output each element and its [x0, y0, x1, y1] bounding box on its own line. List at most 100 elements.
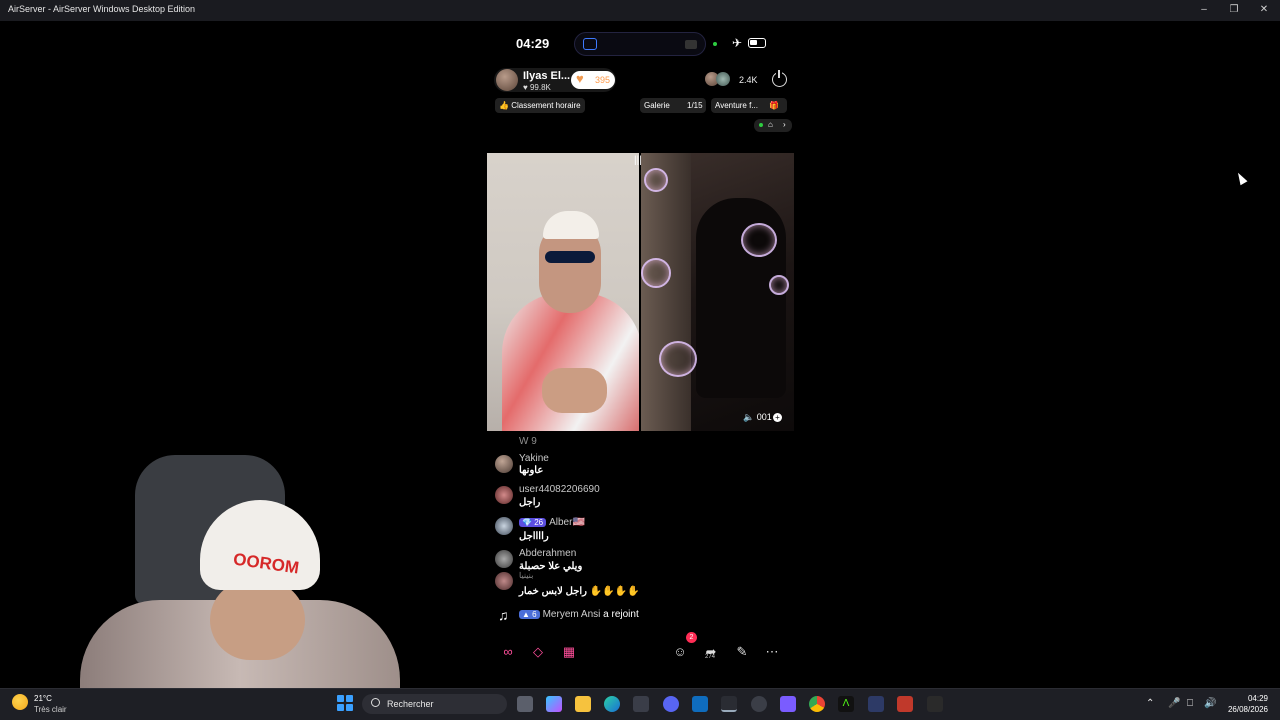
chat-username: Alber🇺🇸 [549, 517, 585, 528]
power-icon[interactable] [772, 70, 787, 87]
game-controller-icon[interactable] [780, 696, 796, 712]
volume-icon[interactable]: 🔊 [1204, 698, 1216, 709]
maximize-button[interactable]: ❐ [1226, 3, 1242, 17]
taskbar-search[interactable] [362, 694, 507, 714]
collab-icon[interactable]: ∞ [496, 640, 520, 664]
chevron-right-icon: › [783, 120, 786, 129]
host-video[interactable] [487, 153, 639, 431]
task-view-icon[interactable] [517, 696, 533, 712]
viewer-count[interactable]: 2.4K [739, 75, 758, 85]
chat-avatar[interactable] [495, 550, 513, 568]
heart-icon: ♥ [576, 71, 584, 86]
file-explorer-icon[interactable] [575, 696, 591, 712]
adventure-chip[interactable]: Aventure f... 🎁 [711, 98, 787, 113]
home-icon: ⌂ [768, 120, 773, 129]
camera-chip-icon [685, 40, 697, 49]
camera-toggle-chip[interactable]: ⌂ › [754, 119, 792, 132]
level-badge-value: 26 [534, 518, 544, 527]
chat-avatar[interactable] [495, 517, 513, 535]
chat-avatar[interactable] [495, 572, 513, 590]
level-badge: ▲ 6 [519, 610, 540, 619]
sunglasses-icon [545, 251, 595, 263]
tiktok-icon: ♫ [498, 607, 509, 623]
weather-temp[interactable]: 21°C [34, 694, 52, 703]
chat-text: رااااجل [519, 531, 549, 542]
apps-icon[interactable]: ▦ [557, 640, 581, 664]
adventure-label: Aventure f... [715, 101, 758, 110]
ranking-label: Classement horaire [511, 101, 581, 110]
guest-volume[interactable]: 🔈 001 [743, 412, 772, 423]
gallery-count: 1/15 [687, 101, 703, 110]
microphone-icon[interactable]: 🎤 [1168, 698, 1180, 709]
gallery-chip[interactable]: Galerie 1/15 [640, 98, 706, 113]
clock-date[interactable]: 26/08/2026 [1220, 705, 1268, 714]
share-icon[interactable]: ➦ [699, 640, 723, 664]
chat-username-row[interactable]: 💎 26 Alber🇺🇸 [519, 517, 585, 528]
search-placeholder[interactable]: Rechercher [387, 699, 434, 709]
screen-mirror-icon [583, 38, 597, 50]
chat-avatar[interactable] [495, 455, 513, 473]
status-time: 04:29 [516, 36, 550, 51]
heart-bubble-icon [659, 341, 697, 377]
heart-bubble-icon [644, 168, 668, 192]
chrome-icon[interactable] [809, 696, 825, 712]
heart-bubble-icon [741, 223, 777, 257]
host-likes: ♥ 99.8K [523, 83, 551, 92]
minimize-button[interactable]: – [1196, 3, 1212, 17]
chat-text: راجل لابس خمار ✋✋✋✋ [519, 586, 640, 597]
chat-username: W 9 [519, 436, 537, 447]
chat-username[interactable]: Abderahmen [519, 548, 576, 559]
join-username: Meryem Ansi [542, 609, 601, 620]
airserver-icon[interactable] [721, 696, 737, 712]
level-badge: 💎 26 [519, 518, 547, 527]
guest-volume-label: 001 [756, 412, 772, 422]
host-likes-value: 99.8K [529, 83, 551, 92]
store-icon[interactable] [633, 696, 649, 712]
kick-icon[interactable]: Λ [838, 696, 854, 712]
host-avatar[interactable] [496, 69, 518, 91]
app-icon[interactable] [897, 696, 913, 712]
webcam-overlay: OOROM [80, 450, 400, 690]
edge-icon[interactable] [604, 696, 620, 712]
more-icon[interactable]: ⋯ [760, 640, 784, 664]
weather-icon[interactable] [12, 694, 28, 710]
join-action: a rejoint [603, 609, 639, 620]
live-dot-icon [759, 123, 763, 127]
chat-text: راجل [519, 497, 541, 508]
chevron-up-icon[interactable]: ⌃ [1146, 698, 1154, 709]
join-badge-value: 6 [532, 610, 537, 619]
obs-icon[interactable] [751, 696, 767, 712]
gift-icon: 🎁 [769, 101, 779, 110]
heart-bubble-icon [641, 258, 671, 288]
guest-video[interactable] [641, 153, 794, 431]
clock-time[interactable]: 04:29 [1226, 694, 1268, 703]
search-icon [371, 698, 380, 707]
dynamic-island [574, 32, 706, 56]
close-button[interactable]: ✕ [1256, 3, 1272, 17]
comments-icon[interactable]: ☺ [668, 640, 692, 664]
network-icon[interactable]: ⎕ [1187, 698, 1193, 709]
join-notice: ▲ 6 Meryem Ansi a rejoint [519, 609, 639, 620]
chat-avatar[interactable] [495, 486, 513, 504]
add-guest-icon[interactable]: + [773, 413, 782, 422]
mouse-cursor-icon [1234, 170, 1248, 186]
chat-text: عاونها [519, 465, 544, 476]
battery-icon [748, 38, 766, 48]
app-icon[interactable] [868, 696, 884, 712]
chat-username[interactable]: بنينيا [519, 571, 533, 580]
share-count: 274 [705, 654, 716, 660]
airplane-mode-icon: ✈ [732, 36, 743, 50]
host-hands [542, 368, 607, 413]
copilot-icon[interactable] [546, 696, 562, 712]
weather-condition[interactable]: Très clair [34, 705, 67, 714]
discord-icon[interactable] [663, 696, 679, 712]
battle-icon[interactable]: ◇ [526, 640, 550, 664]
outlook-icon[interactable] [692, 696, 708, 712]
chat-username[interactable]: Yakine [519, 453, 549, 464]
edit-icon[interactable]: ✎ [730, 640, 754, 664]
start-button[interactable] [337, 695, 353, 711]
window-titlebar: AirServer - AirServer Windows Desktop Ed… [0, 0, 1280, 21]
chat-username[interactable]: user44082206690 [519, 484, 600, 495]
epic-games-icon[interactable] [927, 696, 943, 712]
ranking-chip[interactable]: 👍 Classement horaire [495, 98, 585, 113]
